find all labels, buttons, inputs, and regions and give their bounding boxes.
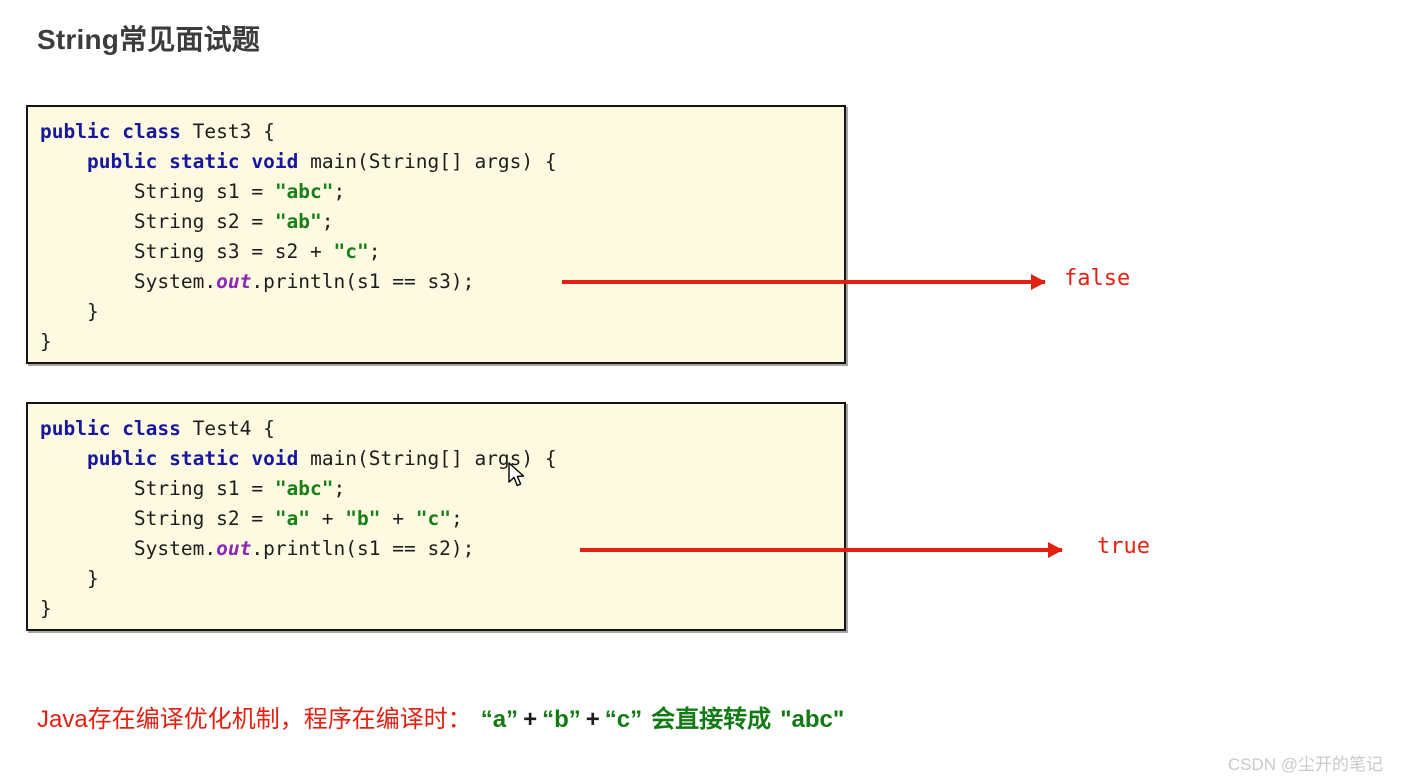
code-line: } (40, 327, 844, 357)
code-token: System. (40, 270, 217, 293)
code-line: String s1 = "abc"; (40, 474, 844, 504)
code-token: void (251, 150, 299, 173)
code-token: String s1 = (40, 180, 275, 203)
conclusion-plus-1: + (523, 706, 538, 733)
code-token: } (40, 330, 52, 353)
code-token: "abc" (274, 180, 334, 203)
code-token: "c" (415, 507, 451, 530)
code-token: "c" (333, 240, 369, 263)
code-token: "ab" (274, 210, 322, 233)
code-token: public (86, 447, 158, 470)
code-token: static (169, 447, 240, 470)
code-lines-test4: public class Test4 { public static void … (28, 404, 844, 624)
code-token: out (216, 270, 252, 293)
code-token: ; (368, 240, 381, 263)
code-token: String s3 = s2 + (40, 240, 334, 263)
code-token: main(String[] args) { (298, 447, 557, 470)
annotation-result-false: false (1064, 266, 1131, 291)
csdn-watermark: CSDN @尘开的笔记 (1227, 755, 1383, 774)
conclusion-text: Java存在编译优化机制，程序在编译时： “a” + “b” + “c” 会直接转成 "abc… (37, 703, 844, 737)
code-token: class (122, 417, 181, 440)
code-token: public (40, 120, 111, 143)
code-token: + (380, 507, 416, 530)
code-token: ; (450, 507, 463, 530)
code-line: } (40, 564, 844, 594)
code-token: ; (333, 180, 346, 203)
code-token: class (122, 120, 181, 143)
code-token: ; (321, 210, 334, 233)
conclusion-literal-a: “a” (480, 706, 519, 733)
page-title: String常见面试题 (37, 24, 261, 55)
code-token: System. (40, 537, 217, 560)
code-line: } (40, 594, 844, 624)
code-line: public static void main(String[] args) { (40, 147, 844, 177)
code-token: "b" (345, 507, 381, 530)
annotation-arrow-true (580, 542, 1063, 558)
annotation-arrow-false (562, 274, 1046, 290)
conclusion-literal-b: “b” (542, 706, 581, 733)
code-line: public class Test4 { (40, 414, 844, 444)
code-lines-test3: public class Test3 { public static void … (28, 107, 844, 357)
code-token: "a" (274, 507, 311, 530)
code-token: .println(s1 == s2); (251, 537, 475, 560)
conclusion-result: "abc" (780, 706, 845, 733)
code-token: String s2 = (40, 507, 275, 530)
code-token: String s2 = (40, 210, 275, 233)
code-token: Test4 { (180, 417, 275, 440)
code-line: String s2 = "ab"; (40, 207, 844, 237)
code-token: main(String[] args) { (298, 150, 557, 173)
code-token: } (40, 300, 99, 323)
code-token: public (86, 150, 158, 173)
code-token: "abc" (274, 477, 334, 500)
code-token: static (169, 150, 240, 173)
code-line: public class Test3 { (40, 117, 844, 147)
code-line: String s1 = "abc"; (40, 177, 844, 207)
conclusion-red-part: Java存在编译优化机制，程序在编译时： (37, 706, 472, 733)
conclusion-literal-c: “c” (604, 706, 643, 733)
code-block-test4: public class Test4 { public static void … (26, 402, 846, 631)
code-line: String s2 = "a" + "b" + "c"; (40, 504, 844, 534)
code-token: out (216, 537, 252, 560)
code-line: } (40, 297, 844, 327)
code-token: public (40, 417, 111, 440)
code-token: } (40, 567, 99, 590)
code-token: } (40, 597, 52, 620)
code-token: ; (333, 477, 346, 500)
conclusion-phrase: 会直接转成 (651, 706, 772, 733)
code-token: .println(s1 == s3); (251, 270, 475, 293)
code-line: String s3 = s2 + "c"; (40, 237, 844, 267)
code-line: public static void main(String[] args) { (40, 444, 844, 474)
code-token: void (251, 447, 299, 470)
annotation-result-true: true (1097, 534, 1150, 559)
code-token: Test3 { (180, 120, 275, 143)
code-token: String s1 = (40, 477, 275, 500)
code-block-test3: public class Test3 { public static void … (26, 105, 846, 364)
conclusion-plus-2: + (585, 706, 600, 733)
code-token: + (310, 507, 346, 530)
